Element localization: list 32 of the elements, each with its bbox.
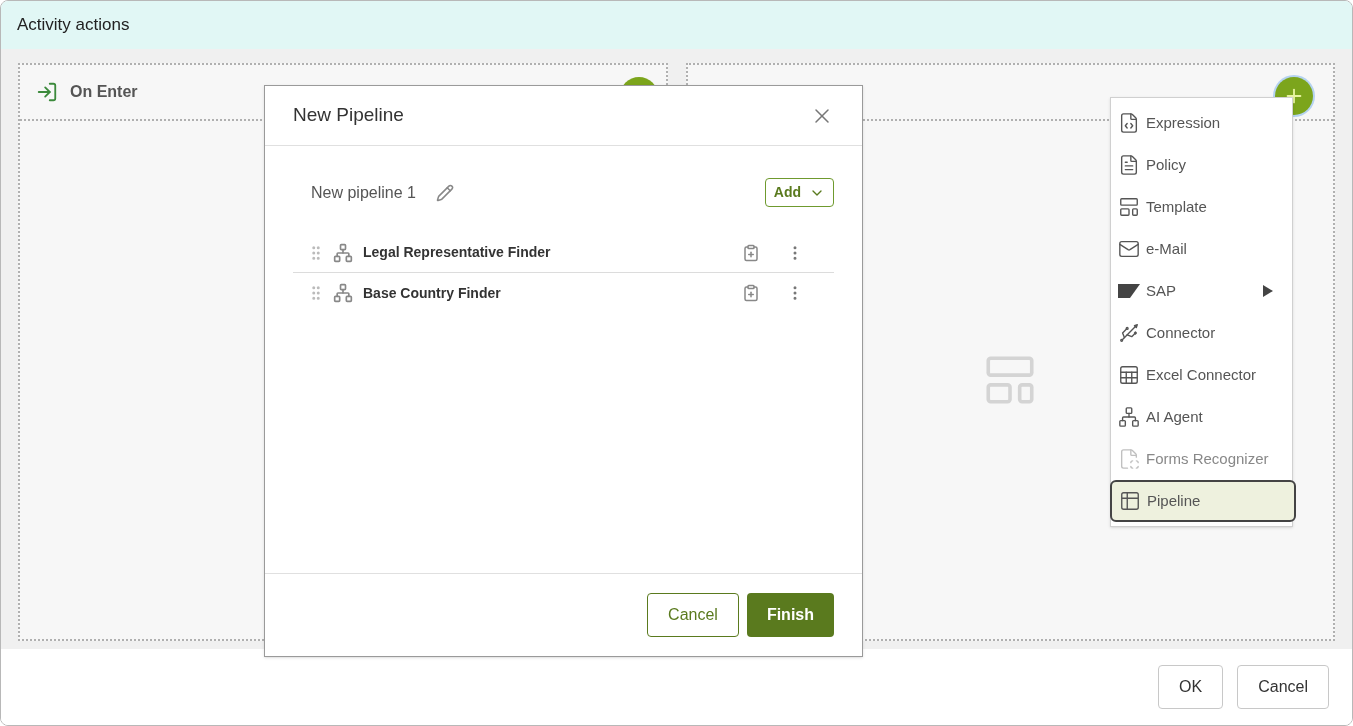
- dialog-title: New Pipeline: [293, 103, 404, 128]
- footer-button[interactable]: Cancel: [1237, 665, 1329, 709]
- menu-item[interactable]: AI Agent: [1111, 396, 1292, 438]
- menu-item-label: Forms Recognizer: [1146, 448, 1270, 469]
- menu-item[interactable]: Policy: [1111, 144, 1292, 186]
- menu-item[interactable]: Template: [1111, 186, 1292, 228]
- pipeline-step-row[interactable]: Legal Representative Finder: [293, 233, 834, 273]
- menu-item-label: AI Agent: [1146, 406, 1204, 427]
- menu-item-label: e-Mail: [1146, 238, 1188, 259]
- pipeline-name: New pipeline 1: [311, 182, 416, 203]
- finish-button[interactable]: Finish: [746, 593, 834, 637]
- menu-item[interactable]: Expression: [1111, 102, 1292, 144]
- menu-item[interactable]: SAP: [1111, 270, 1292, 312]
- step-name: Legal Representative Finder: [363, 243, 552, 262]
- footer-button[interactable]: OK: [1158, 665, 1224, 709]
- menu-item-label: Policy: [1146, 154, 1187, 175]
- menu-item-label: SAP: [1146, 280, 1177, 301]
- cancel-button[interactable]: Cancel: [647, 593, 739, 637]
- menu-item[interactable]: Pipeline: [1110, 480, 1296, 522]
- pipeline-step-row[interactable]: Base Country Finder: [293, 273, 834, 313]
- add-dropdown-button[interactable]: Add: [764, 178, 834, 207]
- menu-item-label: Pipeline: [1147, 490, 1202, 511]
- step-name: Base Country Finder: [363, 283, 502, 303]
- panel-title: On Enter: [70, 82, 138, 102]
- menu-item-label: Expression: [1146, 112, 1222, 133]
- menu-item-label: Excel Connector: [1146, 364, 1258, 385]
- window-title: Activity actions: [17, 14, 130, 37]
- menu-item[interactable]: Excel Connector: [1111, 354, 1292, 396]
- menu-item-label: Template: [1146, 196, 1208, 217]
- menu-item-label: Connector: [1146, 322, 1217, 343]
- menu-item[interactable]: Connector: [1111, 312, 1292, 354]
- menu-item[interactable]: e-Mail: [1111, 228, 1292, 270]
